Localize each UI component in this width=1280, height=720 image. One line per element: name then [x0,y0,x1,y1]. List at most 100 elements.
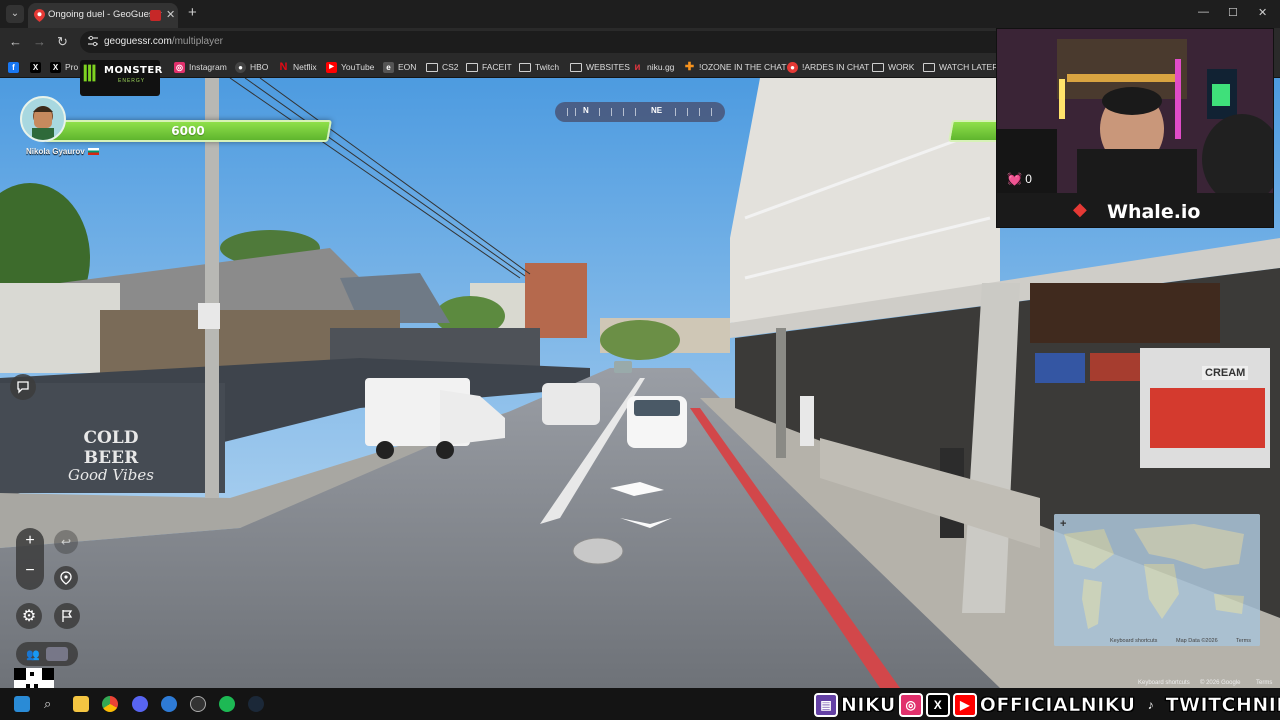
player-avatar [20,96,66,142]
compass-tick [611,108,612,116]
bookmark-folder-cs2[interactable]: CS2 [426,60,459,74]
tab-search-button[interactable]: ⌄ [6,5,24,23]
bookmark-ozone[interactable]: ✚ !OZONE IN THE CHAT [684,60,787,74]
file-explorer-icon[interactable] [73,696,89,712]
minimap-terms[interactable]: Terms [1236,638,1251,644]
tab-ongoing-duel[interactable]: Ongoing duel - GeoGuessr ✕ [28,3,178,28]
flag-button[interactable] [54,603,80,629]
bookmark-folder-work[interactable]: WORK [872,60,914,74]
bookmark-hbo[interactable]: ● HBO [235,60,268,74]
tiktok-icon: ♪ [1147,698,1154,712]
gear-icon: ⚙ [21,608,37,625]
new-tab-button[interactable]: + [188,4,197,21]
players-toggle[interactable]: 👥 [16,642,78,666]
monster-claw-icon: Ⅲ [82,61,98,86]
discord-icon[interactable] [132,696,148,712]
steam-icon[interactable] [248,696,264,712]
spotify-icon[interactable] [219,696,235,712]
chat-button[interactable] [10,374,36,400]
obs-icon[interactable] [190,696,206,712]
webcam-feed [997,29,1273,204]
bookmark-netflix[interactable]: N Netflix [278,60,317,74]
sv-shortcuts[interactable]: Keyboard shortcuts [1138,680,1190,686]
location-pin-icon [60,571,72,585]
bookmark-label: Twitch [535,62,560,72]
minimap-expand-icon[interactable]: + [1060,518,1066,530]
close-window-button[interactable]: ✕ [1258,6,1267,19]
bookmark-label: CS2 [442,62,459,72]
zoom-out-button[interactable]: − [16,562,44,580]
bookmark-instagram[interactable]: ◎ Instagram [174,60,227,74]
compass-tick [567,108,568,116]
compass-tick [635,108,636,116]
youtube-icon: ▶ [952,693,977,717]
chrome-icon[interactable] [102,696,118,712]
bookmark-label: Netflix [293,62,317,72]
bookmark-youtube[interactable]: ▶ YouTube [326,60,374,74]
tiktok-handle: TWITCHNIKU [1165,694,1280,717]
sponsor-name: MONSTER [104,65,163,76]
folder-icon [519,62,531,72]
official-handle: OFFICIALNIKU [979,694,1136,717]
ardes-icon: ● [787,61,798,73]
url-path: /multiplayer [171,36,223,47]
bookmark-folder-websites[interactable]: WEBSITES [570,60,630,74]
bookmark-label: !ARDES IN CHAT [802,62,870,72]
flag-icon [62,610,73,622]
tab-title: Ongoing duel - GeoGuessr [48,9,162,20]
tab-audio-icon[interactable] [150,10,161,21]
tab-strip: ⌄ Ongoing duel - GeoGuessr ✕ + — ☐ ✕ [0,0,1280,28]
bookmark-folder-watch-later[interactable]: WATCH LATER [923,60,998,74]
search-icon[interactable]: ⌕ [44,696,60,712]
sponsor-sub: ENERGY [118,78,146,84]
forward-arrow-icon[interactable]: → [33,34,46,49]
webcam-overlay: 💓 0 ◆ Whale.io [996,28,1274,228]
world-map [1054,514,1260,646]
twitch-icon: ▤ [814,693,838,717]
compass-tick [575,108,576,116]
wall-sign-line1: COLD BEER [83,428,139,468]
tab-close-icon[interactable]: ✕ [166,8,175,21]
bookmark-eon[interactable]: e EON [383,60,416,74]
bookmark-folder-twitch[interactable]: Twitch [519,60,559,74]
zoom-control: + − [16,528,44,590]
chat-bubble-icon [17,381,29,394]
reload-icon[interactable]: ↻ [57,34,68,50]
maximize-button[interactable]: ☐ [1228,6,1238,19]
heart-rate: 💓 0 [1007,172,1032,186]
guess-minimap[interactable]: + Keyboard shortcuts Map Data ©2026 Term… [1054,514,1260,646]
hbo-icon: ● [235,61,246,73]
folder-icon [570,62,582,72]
return-to-start-button[interactable] [54,566,78,590]
player-health-value: 6000 [171,124,205,138]
whale-logo-icon: ◆ [1073,199,1087,219]
bookmark-facebook[interactable]: f [8,60,19,74]
windows-start-icon[interactable] [14,696,30,712]
sv-terms[interactable]: Terms [1256,680,1272,686]
bookmark-x[interactable]: X [30,60,41,74]
undo-move-button[interactable]: ↩ [54,530,78,554]
compass: N NE [555,102,725,122]
minimap-shortcuts[interactable]: Keyboard shortcuts [1110,638,1157,644]
zoom-in-button[interactable]: + [16,532,44,550]
x-icon: X [925,693,950,717]
site-info-icon[interactable] [87,35,99,47]
bookmark-ardes[interactable]: ● !ARDES IN CHAT [787,60,869,74]
undo-icon: ↩ [60,535,72,549]
bookmark-label: YouTube [341,62,375,72]
settings-button[interactable]: ⚙ [16,603,42,629]
folder-icon [466,62,478,72]
bookmark-pro[interactable]: X Pro [50,60,78,74]
url-text: geoguessr.com/multiplayer [104,36,223,47]
twitch-handle: NIKU [841,694,896,717]
url-host: geoguessr.com [104,36,172,47]
bookmark-label: Pro [65,62,79,72]
ozone-icon: ✚ [684,60,695,73]
back-arrow-icon[interactable]: ← [9,34,22,49]
compass-tick [711,108,712,116]
bookmark-folder-faceit[interactable]: FACEIT [466,60,512,74]
bookmark-niku-gg[interactable]: ᴎ niku.gg [632,60,674,74]
minimize-button[interactable]: — [1198,6,1209,18]
x-icon: X [50,61,61,73]
edge-icon[interactable] [161,696,177,712]
